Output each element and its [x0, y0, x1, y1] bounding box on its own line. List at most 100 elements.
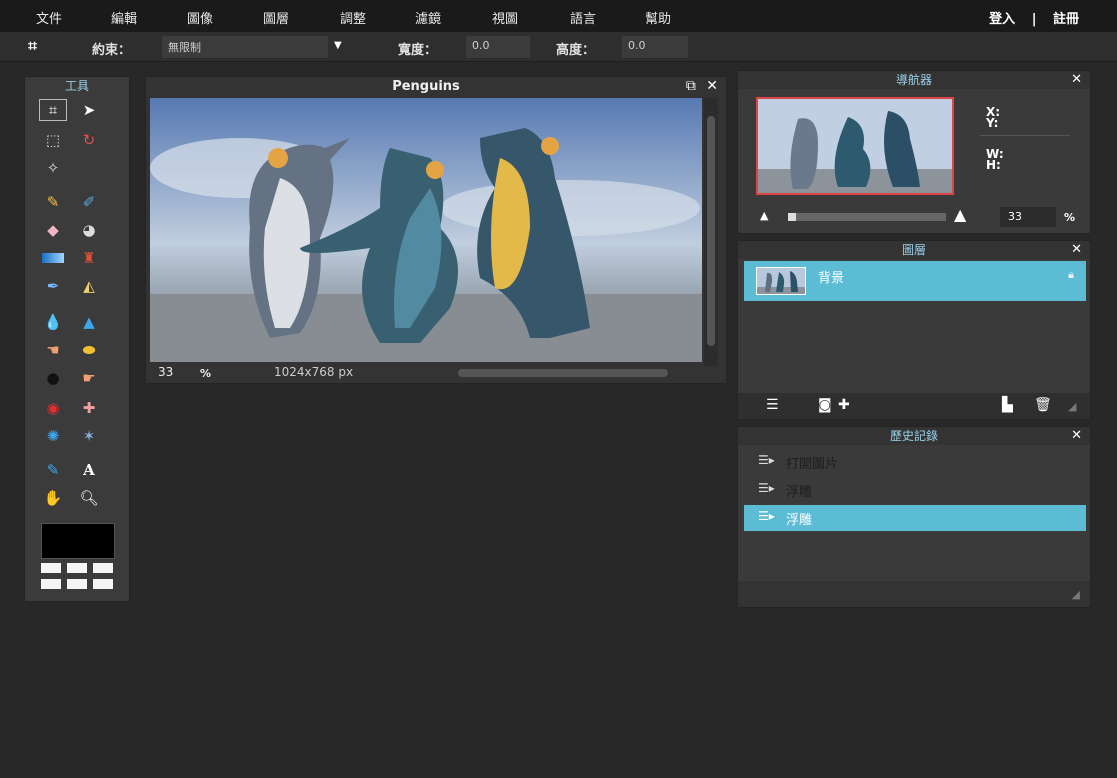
layers-panel: 圖層 ✕ 背景 🔒︎ ☰ ◙ ✚ ▙ 🗑︎ ◢: [737, 240, 1091, 420]
new-layer-page-icon[interactable]: ▙: [1002, 397, 1013, 413]
width-input[interactable]: 0.0: [466, 36, 530, 58]
smudge-tool-button[interactable]: ☚: [39, 339, 67, 361]
zoom-value[interactable]: 33: [158, 365, 173, 379]
sharpen-tool-button[interactable]: ▲: [75, 311, 103, 333]
pencil-tool-button[interactable]: ✎: [39, 191, 67, 213]
menu-edit[interactable]: 編輯: [111, 8, 137, 27]
burn-tool-button[interactable]: ●: [39, 367, 67, 389]
zoom-slider-thumb[interactable]: [788, 213, 796, 221]
menu-filter[interactable]: 濾鏡: [415, 8, 441, 27]
brush-icon: ✐: [82, 193, 96, 211]
palette-swatch[interactable]: [41, 563, 61, 573]
history-footer: ◢: [738, 581, 1090, 607]
menu-bar: 文件 編輯 圖像 圖層 調整 濾鏡 視圖 語言 幫助 登入 | 註冊: [0, 0, 1117, 32]
blur-tool-button[interactable]: 💧: [39, 311, 67, 333]
palette-swatch[interactable]: [93, 579, 113, 589]
palette-swatch[interactable]: [67, 563, 87, 573]
type-tool-button[interactable]: A: [75, 459, 103, 481]
menu-adjust[interactable]: 調整: [340, 8, 366, 27]
menu-image[interactable]: 圖像: [187, 8, 213, 27]
pinch-tool-button[interactable]: ✶: [75, 425, 103, 447]
close-icon[interactable]: ✕: [1071, 242, 1082, 257]
clone-stamp-tool-button[interactable]: ♜: [75, 247, 103, 269]
sponge-tool-button[interactable]: ⬬: [75, 339, 103, 361]
layer-item[interactable]: 背景 🔒︎: [744, 261, 1086, 301]
brush-tool-button[interactable]: ✐: [75, 191, 103, 213]
move-tool-button[interactable]: ➤: [75, 99, 103, 121]
drawing-tool-button[interactable]: ◭: [75, 275, 103, 297]
zoom-in-icon[interactable]: ▲: [954, 205, 966, 224]
history-item-label: 浮雕: [786, 513, 813, 528]
zoom-input[interactable]: 33: [1000, 207, 1056, 227]
register-link[interactable]: 註冊: [1053, 12, 1079, 27]
lock-icon[interactable]: 🔒︎: [1068, 268, 1074, 282]
history-item[interactable]: ☰▸ 打開圖片: [744, 449, 1086, 475]
navigator-title: 導航器: [738, 71, 1090, 89]
marquee-tool-button[interactable]: ⬚: [39, 129, 67, 151]
zoom-tool-button[interactable]: 🔍︎: [75, 487, 103, 509]
hand-icon: ✋: [43, 489, 63, 507]
foreground-color-swatch[interactable]: [41, 523, 115, 559]
lasso-icon: ↻: [82, 131, 96, 149]
color-picker-tool-button[interactable]: ✎: [39, 459, 67, 481]
magic-wand-tool-button[interactable]: ✧: [39, 157, 67, 179]
menu-view[interactable]: 視圖: [492, 8, 518, 27]
spot-heal-tool-button[interactable]: ✚: [75, 397, 103, 419]
crop-tool-icon: ⌗: [28, 36, 38, 55]
smudge-hand-icon: ☚: [46, 341, 60, 359]
red-eye-tool-button[interactable]: ◉: [39, 397, 67, 419]
eraser-tool-button[interactable]: ◆: [39, 219, 67, 241]
magic-wand-icon: ✧: [46, 159, 60, 177]
menu-layer[interactable]: 圖層: [263, 8, 289, 27]
navigator-thumbnail[interactable]: [756, 97, 954, 195]
image-dimensions: 1024x768 px: [274, 365, 354, 379]
size-h-label: H:: [986, 158, 1001, 172]
drawing-icon: ◭: [83, 277, 95, 295]
menu-help[interactable]: 幫助: [645, 8, 671, 27]
eyedropper-icon: ✎: [46, 461, 60, 479]
palette-swatch[interactable]: [67, 579, 87, 589]
layer-thumbnail: [756, 267, 806, 295]
resize-grip-icon[interactable]: ◢: [1072, 588, 1080, 601]
zoom-slider[interactable]: [788, 213, 946, 221]
paint-bucket-tool-button[interactable]: ◕: [75, 219, 103, 241]
close-icon[interactable]: ✕: [1071, 72, 1082, 87]
resize-grip-icon[interactable]: ◢: [1068, 400, 1076, 413]
pencil-icon: ✎: [46, 193, 60, 211]
color-replace-tool-button[interactable]: ✒: [39, 275, 67, 297]
lasso-tool-button[interactable]: ↻: [75, 129, 103, 151]
crop-tool-button[interactable]: ⌗: [39, 99, 67, 121]
palette-swatch[interactable]: [93, 563, 113, 573]
history-item-active[interactable]: ☰▸ 浮雕: [744, 505, 1086, 531]
palette-swatch[interactable]: [41, 579, 61, 589]
penguins-image: [150, 98, 702, 362]
navigator-preview-image: [758, 99, 952, 193]
zoom-out-icon[interactable]: ▲: [760, 209, 768, 222]
constraint-select[interactable]: 無限制: [162, 36, 328, 58]
close-icon[interactable]: ✕: [1071, 428, 1082, 443]
trash-icon[interactable]: 🗑︎: [1034, 397, 1052, 413]
dodge-tool-button[interactable]: ☛: [75, 367, 103, 389]
hand-tool-button[interactable]: ✋: [39, 487, 67, 509]
close-icon[interactable]: ✕: [706, 78, 718, 94]
constraint-value: 無限制: [168, 41, 201, 54]
restore-icon[interactable]: ⧉: [686, 78, 696, 94]
height-input[interactable]: 0.0: [622, 36, 688, 58]
history-item[interactable]: ☰▸ 浮雕: [744, 477, 1086, 503]
vertical-scrollbar[interactable]: [704, 98, 718, 366]
chevron-down-icon[interactable]: ▼: [334, 40, 342, 51]
image-canvas[interactable]: [150, 98, 702, 362]
blur-drop-icon: 💧: [43, 313, 63, 331]
bloat-tool-button[interactable]: ✺: [39, 425, 67, 447]
gradient-tool-button[interactable]: [39, 247, 67, 269]
layer-settings-icon[interactable]: ☰: [766, 397, 779, 413]
horizontal-scroll-thumb[interactable]: [458, 369, 668, 377]
layer-mask-icon[interactable]: ◙: [818, 397, 832, 413]
sponge-icon: ⬬: [82, 341, 96, 359]
menu-file[interactable]: 文件: [36, 8, 62, 27]
menu-language[interactable]: 語言: [570, 8, 596, 27]
move-icon: ➤: [82, 101, 96, 119]
vertical-scroll-thumb[interactable]: [707, 116, 715, 346]
new-layer-icon[interactable]: ✚: [838, 397, 850, 413]
login-link[interactable]: 登入: [989, 12, 1015, 27]
